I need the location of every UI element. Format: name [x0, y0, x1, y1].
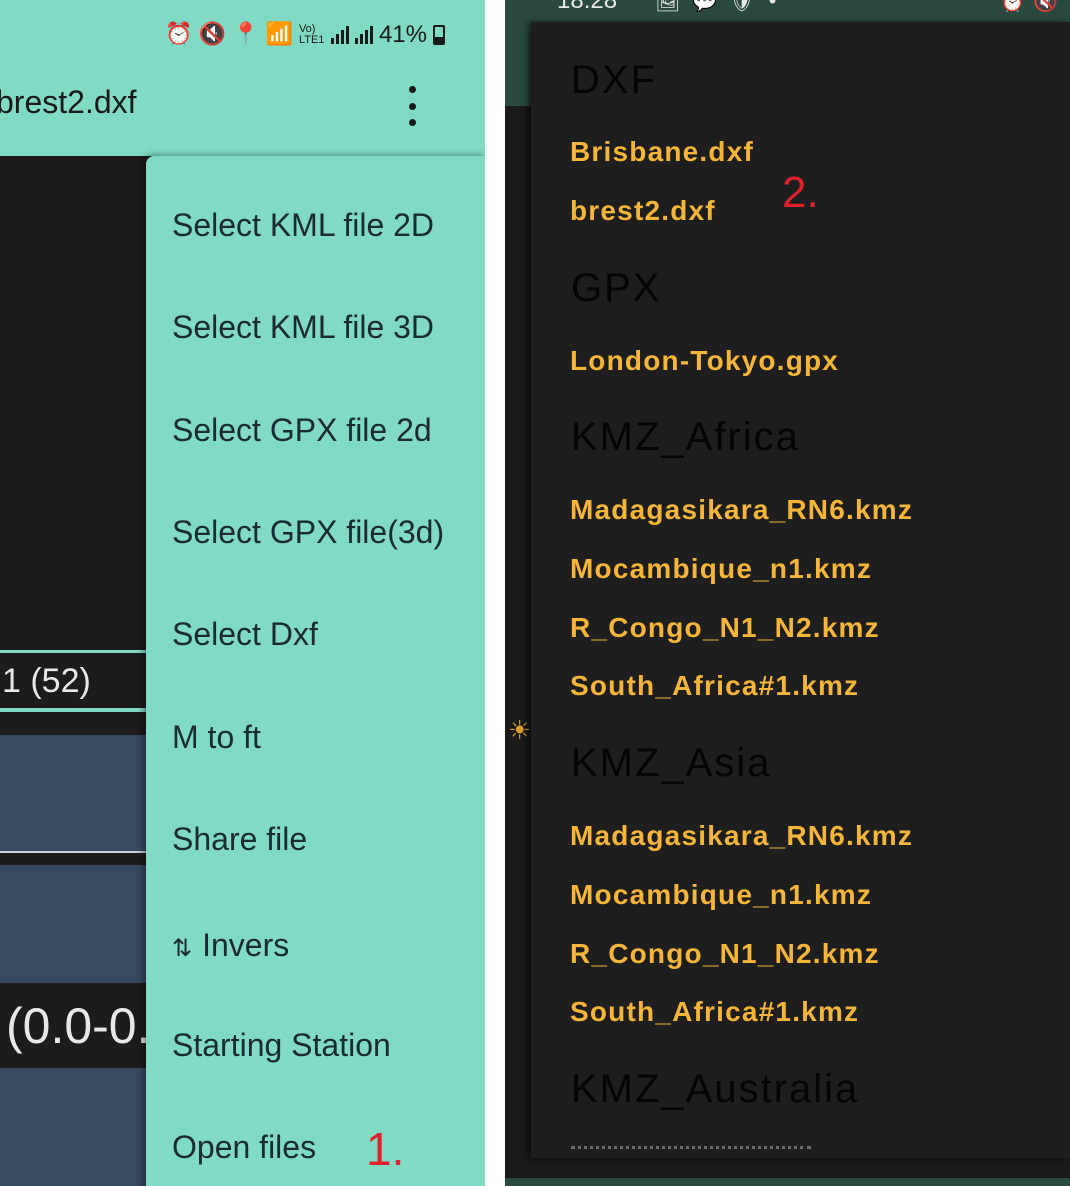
sort-arrows-icon: ⇅: [172, 934, 193, 962]
group-header-kmz-asia: KMZ_Asia: [571, 741, 772, 785]
file-item[interactable]: R_Congo_N1_N2.kmz: [570, 938, 880, 970]
bottom-edge: [505, 1178, 1070, 1186]
group-header-kmz-australia: KMZ_Australia: [571, 1067, 860, 1111]
background-panel: [0, 1068, 150, 1186]
volte-label: Vo) LTE1: [298, 23, 325, 46]
notification-icons: 🖼💬🛡•: [655, 0, 791, 13]
status-bar: ⏰ 🔇 📍 📶 Vo) LTE1 41%: [165, 20, 445, 50]
menu-item-open-files[interactable]: Open files: [172, 1129, 316, 1166]
group-header-kmz-africa: KMZ_Africa: [571, 415, 800, 459]
battery-icon: [433, 25, 445, 45]
divider: [485, 0, 505, 1186]
file-item[interactable]: brest2.dxf: [570, 195, 716, 227]
menu-item-m-to-ft[interactable]: M to ft: [172, 719, 261, 756]
status-bar: 18:28 🖼💬🛡• ⏰🔇: [505, 0, 1070, 22]
file-item[interactable]: Mocambique_n1.kmz: [570, 879, 872, 911]
clock: 18:28: [557, 0, 618, 14]
group-header-gpx: GPX: [571, 266, 662, 310]
file-item[interactable]: South_Africa#1.kmz: [570, 670, 859, 702]
file-item[interactable]: Mocambique_n1.kmz: [570, 553, 872, 585]
sun-icon: ☀: [508, 716, 532, 746]
file-item[interactable]: Madagasikara_RN6.kmz: [570, 820, 913, 852]
wifi-icon: 📶: [265, 22, 293, 47]
menu-item-select-kml-2d[interactable]: Select KML file 2D: [172, 207, 434, 244]
overflow-menu: Select KML file 2D Select KML file 3D Se…: [146, 156, 485, 1186]
annotation-step-1: 1.: [366, 1123, 405, 1175]
menu-item-select-dxf[interactable]: Select Dxf: [172, 616, 318, 653]
toolbar-title: brest2.dxf: [0, 84, 137, 120]
menu-item-select-gpx-3d[interactable]: Select GPX file(3d): [172, 514, 444, 551]
signal-icon-2: [354, 26, 373, 44]
menu-item-invers[interactable]: ⇅ Invers: [172, 927, 289, 964]
menu-item-starting-station[interactable]: Starting Station: [172, 1027, 391, 1064]
alarm-icon: ⏰: [165, 22, 193, 47]
background-panel: [0, 735, 150, 853]
right-screenshot: 18:28 🖼💬🛡• ⏰🔇 ☀ DXF Brisbane.dxf brest2.…: [505, 0, 1070, 1186]
system-icons: ⏰🔇: [1000, 0, 1066, 13]
group-header-dxf: DXF: [571, 58, 657, 102]
menu-item-share-file[interactable]: Share file: [172, 821, 307, 858]
file-item[interactable]: R_Congo_N1_N2.kmz: [570, 612, 880, 644]
app-bar: ⏰ 🔇 📍 📶 Vo) LTE1 41% brest2.dxf: [0, 0, 485, 156]
range-field: (0.0-0.: [0, 984, 150, 1068]
file-item[interactable]: Brisbane.dxf: [570, 136, 754, 168]
left-screenshot: ⏰ 🔇 📍 📶 Vo) LTE1 41% brest2.dxf 1 (52) (…: [0, 0, 485, 1186]
clipped-list-item: [571, 1146, 811, 1154]
menu-item-select-kml-3d[interactable]: Select KML file 3D: [172, 309, 434, 346]
file-item[interactable]: South_Africa#1.kmz: [570, 996, 859, 1028]
overflow-menu-icon[interactable]: [402, 86, 422, 126]
signal-icon: [330, 26, 349, 44]
mute-icon: 🔇: [198, 22, 227, 47]
background-panel: [0, 865, 150, 983]
location-icon: 📍: [232, 22, 260, 47]
menu-item-select-gpx-2d[interactable]: Select GPX file 2d: [172, 412, 432, 449]
file-item[interactable]: London-Tokyo.gpx: [570, 345, 839, 377]
battery-percent: 41%: [378, 21, 427, 48]
app-bar-edge: [505, 22, 531, 106]
count-field: 1 (52): [0, 650, 150, 712]
file-item[interactable]: Madagasikara_RN6.kmz: [570, 494, 913, 526]
annotation-step-2: 2.: [782, 168, 819, 217]
